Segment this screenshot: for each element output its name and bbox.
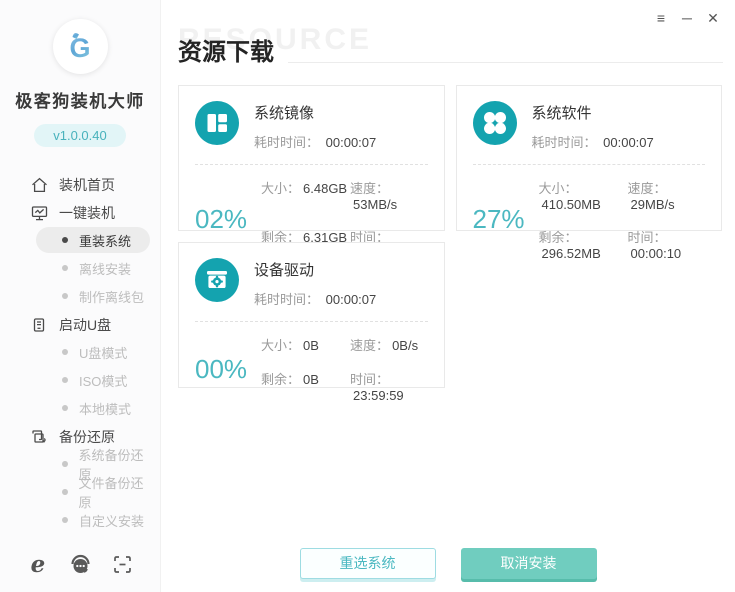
windows-icon: [195, 101, 239, 146]
sidebar-item-file-backup-restore[interactable]: 文件备份还原: [36, 476, 150, 510]
elapsed-value: 00:00:07: [603, 135, 654, 151]
card-title: 设备驱动: [254, 262, 315, 280]
card-title: 系统软件: [531, 105, 592, 123]
ie-browser-icon[interactable]: e: [26, 552, 50, 576]
elapsed-value: 00:00:07: [325, 292, 377, 308]
main-content: ≡ ─ ✕ RESOURCE 资源下载 系统镜像 耗时时间： 00:00:07 …: [161, 0, 735, 592]
page-header: RESOURCE 资源下载: [178, 23, 723, 66]
home-icon: [31, 177, 48, 193]
menu-icon[interactable]: ≡: [652, 9, 670, 27]
sidebar-item-label: 一键装机: [59, 205, 115, 221]
sidebar-item-iso-mode[interactable]: ISO模式: [36, 367, 150, 393]
progress-percent: 27%: [472, 204, 525, 235]
stat-speed: 速度：29MB/s: [627, 181, 675, 213]
bullet-icon: [62, 265, 68, 271]
stat-size: 大小： 0B: [261, 338, 319, 354]
progress-percent: 02%: [195, 204, 248, 235]
bullet-icon: [62, 293, 68, 299]
dashed-divider: [472, 164, 705, 166]
card-system-software: 系统软件 耗时时间： 00:00:07 27% 大小：410.50MB 速度：2…: [455, 85, 722, 261]
bullet-icon: [62, 517, 68, 523]
card-system-image: 系统镜像 耗时时间： 00:00:07 02% 大小： 6.48GB 速度：53M…: [178, 85, 445, 261]
version-badge: v1.0.0.40: [34, 124, 126, 147]
customer-service-icon[interactable]: [68, 552, 92, 576]
bullet-icon: [62, 349, 68, 355]
sidebar-item-home[interactable]: 装机首页: [0, 171, 160, 199]
download-cards: 系统镜像 耗时时间： 00:00:07 02% 大小： 6.48GB 速度：53M…: [178, 85, 723, 403]
usb-disk-icon: [31, 317, 48, 333]
window-controls: ≡ ─ ✕: [652, 9, 722, 27]
page-title: 资源下载: [178, 39, 274, 66]
monitor-icon: [31, 205, 48, 221]
progress-percent: 00%: [195, 353, 248, 384]
elapsed-label: 耗时时间：: [531, 135, 597, 151]
sidebar-item-label: 离线安装: [79, 261, 132, 277]
backup-restore-icon: [31, 429, 48, 445]
software-clover-icon: [472, 101, 517, 146]
title-underline: [288, 62, 723, 64]
elapsed-value: 00:00:07: [325, 135, 377, 151]
sidebar-footer: e: [0, 542, 160, 592]
sidebar-item-usb-mode[interactable]: U盘模式: [36, 339, 150, 365]
sidebar-item-label: 装机首页: [59, 177, 115, 193]
reselect-system-button[interactable]: 重选系统: [299, 548, 436, 579]
stat-size: 大小：410.50MB: [538, 181, 601, 213]
stat-size: 大小： 6.48GB: [261, 181, 348, 197]
cancel-install-button[interactable]: 取消安装: [460, 548, 597, 579]
stat-remaining: 剩余： 0B: [261, 372, 319, 388]
app-window: G 极客狗装机大师 v1.0.0.40 装机首页 一键装机 重装系统 离线安装 …: [0, 0, 735, 592]
sidebar-item-local-mode[interactable]: 本地模式: [36, 395, 150, 421]
sidebar: G 极客狗装机大师 v1.0.0.40 装机首页 一键装机 重装系统 离线安装 …: [0, 0, 161, 592]
elapsed-label: 耗时时间：: [254, 135, 320, 151]
dashed-divider: [195, 321, 428, 323]
sidebar-item-offline-install[interactable]: 离线安装: [36, 255, 150, 281]
svg-text:G: G: [69, 33, 90, 63]
close-icon[interactable]: ✕: [704, 9, 722, 27]
scan-qr-icon[interactable]: [110, 552, 134, 576]
elapsed-label: 耗时时间：: [254, 292, 320, 308]
dashed-divider: [195, 164, 428, 166]
sidebar-item-label: 制作离线包: [79, 289, 145, 305]
dog-g-logo-icon: G: [69, 32, 91, 63]
sidebar-item-label: 备份还原: [59, 429, 115, 445]
bullet-icon: [62, 237, 68, 243]
stat-time: 时间：23:59:59: [350, 372, 404, 404]
sidebar-item-label: 自定义安装: [79, 513, 145, 529]
sidebar-item-make-offline-pack[interactable]: 制作离线包: [36, 283, 150, 309]
stat-remaining: 剩余：296.52MB: [538, 230, 601, 262]
action-buttons: 重选系统 取消安装: [161, 548, 735, 579]
sidebar-item-boot-usb[interactable]: 启动U盘: [0, 311, 160, 339]
driver-box-icon: [195, 258, 239, 303]
card-title: 系统镜像: [254, 105, 315, 123]
app-logo: G: [52, 19, 108, 74]
stat-speed: 速度：53MB/s: [350, 181, 398, 213]
app-name: 极客狗装机大师: [15, 92, 145, 111]
sidebar-item-custom-install[interactable]: 自定义安装: [36, 507, 150, 533]
stat-speed: 速度： 0B/s: [350, 338, 419, 354]
sidebar-item-label: 启动U盘: [59, 317, 112, 333]
sidebar-item-reinstall-system[interactable]: 重装系统: [36, 227, 150, 253]
card-device-driver: 设备驱动 耗时时间： 00:00:07 00% 大小： 0B 速度： 0B/s 剩余…: [178, 242, 445, 403]
sidebar-menu: 装机首页 一键装机 重装系统 离线安装 制作离线包 启动U盘 U盘模式 ISO模…: [0, 171, 160, 542]
minimize-icon[interactable]: ─: [678, 9, 696, 27]
sidebar-item-label: 重装系统: [79, 233, 132, 249]
bullet-icon: [62, 461, 68, 467]
bullet-icon: [62, 489, 68, 495]
logo-area: G 极客狗装机大师 v1.0.0.40: [0, 0, 160, 147]
stat-time: 时间：00:00:10: [627, 230, 682, 262]
sidebar-item-label: U盘模式: [79, 345, 128, 361]
sidebar-item-one-key-install[interactable]: 一键装机: [0, 199, 160, 227]
sidebar-item-label: ISO模式: [79, 373, 128, 389]
sidebar-item-label: 本地模式: [79, 401, 132, 417]
bullet-icon: [62, 377, 68, 383]
sidebar-item-label: 文件备份还原: [78, 476, 144, 510]
bullet-icon: [62, 405, 68, 411]
